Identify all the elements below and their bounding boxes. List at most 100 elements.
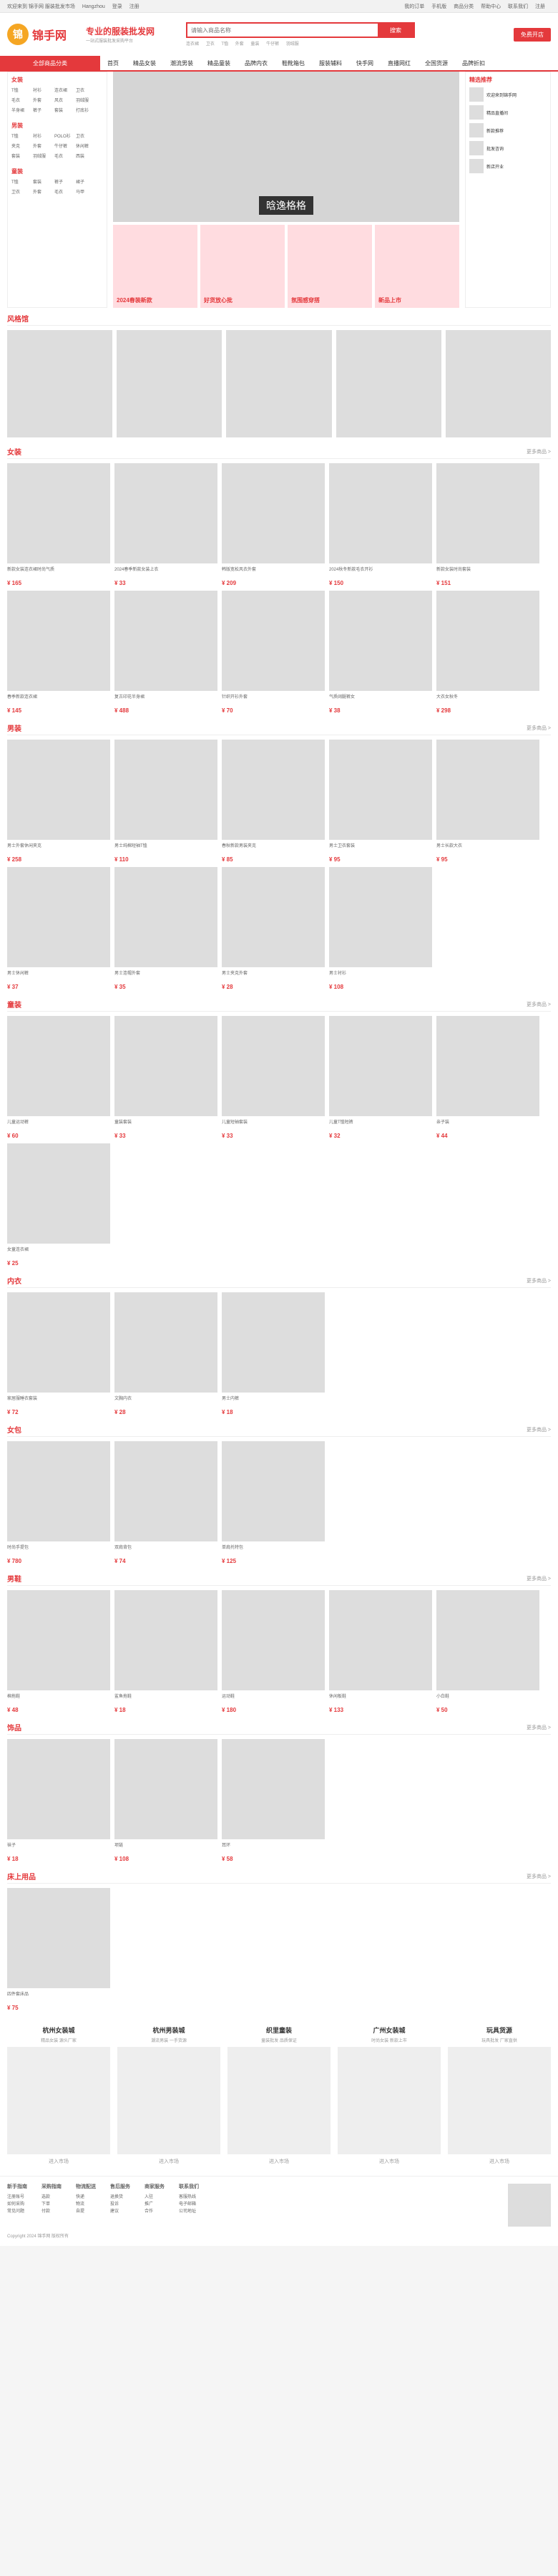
category-link[interactable]: 毛衣 — [54, 152, 76, 162]
banner-sub[interactable]: 2024春装新款 — [113, 225, 197, 308]
product-desc[interactable]: 男士外套休闲夹克 — [7, 842, 110, 856]
category-link[interactable]: 卫衣 — [11, 188, 33, 198]
product-desc[interactable]: 大衣女秋冬 — [436, 693, 539, 707]
product-desc[interactable]: 四件套床品 — [7, 1990, 110, 2005]
product-card[interactable]: 男士外套休闲夹克 ¥ 258 — [7, 740, 110, 863]
product-desc[interactable]: 单肩托特包 — [222, 1544, 325, 1558]
nav-item[interactable]: 精品童装 — [200, 59, 238, 67]
product-image[interactable] — [329, 1016, 432, 1116]
footer-link[interactable]: 付款 — [41, 2208, 62, 2215]
product-image[interactable] — [7, 1292, 110, 1393]
market-card[interactable]: 广州女装城 时尚女装 新款上市 进入市场 — [338, 2025, 441, 2165]
product-desc[interactable]: 家居服睡衣套装 — [7, 1395, 110, 1409]
category-link[interactable]: 卫衣 — [76, 86, 97, 96]
hot-keyword[interactable]: 童装 — [250, 42, 259, 47]
section-more-link[interactable]: 更多商品 > — [527, 1001, 551, 1008]
category-link[interactable]: POLO衫 — [54, 132, 76, 142]
market-image[interactable] — [7, 2047, 110, 2154]
product-desc[interactable]: 2024秋冬新款毛衣开衫 — [329, 566, 432, 580]
footer-link[interactable]: 建议 — [110, 2208, 130, 2215]
product-card[interactable]: 棉拖鞋 ¥ 48 — [7, 1590, 110, 1713]
open-store-button[interactable]: 免费开店 — [514, 27, 551, 42]
category-title[interactable]: 女装 — [11, 76, 103, 84]
category-link[interactable]: 连衣裙 — [54, 86, 76, 96]
product-image[interactable] — [7, 463, 110, 563]
product-image[interactable] — [436, 1016, 539, 1116]
footer-link[interactable]: 入驻 — [145, 2194, 165, 2201]
all-categories-button[interactable]: 全部商品分类 — [0, 56, 100, 70]
category-link[interactable]: 羽绒服 — [76, 96, 97, 106]
banner-sub[interactable]: 氛围感穿搭 — [288, 225, 372, 308]
market-card[interactable]: 织里童装 童装批发 品质保证 进入市场 — [227, 2025, 331, 2165]
fashion-image[interactable] — [117, 330, 222, 437]
category-link[interactable]: 休闲裤 — [76, 142, 97, 152]
nav-item[interactable]: 潮流男装 — [163, 59, 200, 67]
product-card[interactable]: 耳环 ¥ 58 — [222, 1739, 325, 1862]
product-image[interactable] — [436, 591, 539, 691]
category-link[interactable]: 风衣 — [54, 96, 76, 106]
product-image[interactable] — [222, 867, 325, 967]
product-desc[interactable]: 男士内裤 — [222, 1395, 325, 1409]
product-image[interactable] — [7, 591, 110, 691]
product-card[interactable]: 男士纯棉短袖T恤 ¥ 110 — [114, 740, 217, 863]
product-card[interactable]: 针织开衫外套 ¥ 70 — [222, 591, 325, 714]
product-card[interactable]: 家居服睡衣套装 ¥ 72 — [7, 1292, 110, 1415]
product-card[interactable]: 女童连衣裙 ¥ 25 — [7, 1143, 110, 1267]
market-image[interactable] — [227, 2047, 331, 2154]
product-image[interactable] — [7, 740, 110, 840]
product-image[interactable] — [114, 591, 217, 691]
nav-item[interactable]: 首页 — [100, 59, 126, 67]
product-image[interactable] — [7, 1590, 110, 1690]
product-image[interactable] — [114, 463, 217, 563]
product-image[interactable] — [7, 1739, 110, 1839]
product-desc[interactable]: 男士连帽外套 — [114, 969, 217, 984]
footer-link[interactable]: 如何采购 — [7, 2201, 27, 2208]
section-more-link[interactable]: 更多商品 > — [527, 725, 551, 732]
footer-link[interactable]: 选款 — [41, 2194, 62, 2201]
product-card[interactable]: 复古印花半身裙 ¥ 488 — [114, 591, 217, 714]
fashion-image[interactable] — [226, 330, 332, 437]
nav-item[interactable]: 品牌内衣 — [238, 59, 275, 67]
footer-link[interactable]: 快递 — [76, 2194, 96, 2201]
category-link[interactable]: 套装 — [33, 178, 54, 188]
product-image[interactable] — [114, 1441, 217, 1541]
product-image[interactable] — [329, 1590, 432, 1690]
footer-link[interactable]: 下单 — [41, 2201, 62, 2208]
product-desc[interactable]: 男士夹克外套 — [222, 969, 325, 984]
product-desc[interactable]: 运动鞋 — [222, 1693, 325, 1707]
category-link[interactable]: 外套 — [33, 96, 54, 106]
footer-link[interactable]: 注册账号 — [7, 2194, 27, 2201]
topbar-left-1[interactable]: Hangzhou — [82, 4, 105, 9]
footer-link[interactable]: 物流 — [76, 2201, 96, 2208]
footer-link[interactable]: 投诉 — [110, 2201, 130, 2208]
product-card[interactable]: 男士长款大衣 ¥ 95 — [436, 740, 539, 863]
product-card[interactable]: 韩版宽松风衣外套 ¥ 209 — [222, 463, 325, 586]
nav-item[interactable]: 品牌折扣 — [455, 59, 492, 67]
market-image[interactable] — [338, 2047, 441, 2154]
right-box-row[interactable]: 批发咨询 — [469, 141, 547, 155]
product-card[interactable]: 2024秋冬新款毛衣开衫 ¥ 150 — [329, 463, 432, 586]
product-card[interactable]: 运动鞋 ¥ 180 — [222, 1590, 325, 1713]
product-desc[interactable]: 复古印花半身裙 — [114, 693, 217, 707]
product-card[interactable]: 休闲板鞋 ¥ 133 — [329, 1590, 432, 1713]
product-image[interactable] — [114, 867, 217, 967]
product-desc[interactable]: 男士衬衫 — [329, 969, 432, 984]
category-link[interactable]: T恤 — [11, 132, 33, 142]
category-link[interactable]: T恤 — [11, 86, 33, 96]
right-box-row[interactable]: 新店开业 — [469, 159, 547, 173]
nav-item[interactable]: 快手网 — [349, 59, 381, 67]
product-image[interactable] — [329, 463, 432, 563]
product-desc[interactable]: 男士长款大衣 — [436, 842, 539, 856]
section-more-link[interactable]: 更多商品 > — [527, 1277, 551, 1284]
category-link[interactable]: 套装 — [11, 152, 33, 162]
product-desc[interactable]: 小白鞋 — [436, 1693, 539, 1707]
topbar-right-0[interactable]: 我的订单 — [404, 4, 424, 9]
topbar-left-3[interactable]: 注册 — [129, 4, 140, 9]
product-image[interactable] — [222, 463, 325, 563]
category-link[interactable]: 西装 — [76, 152, 97, 162]
product-desc[interactable]: 新款女装时尚套装 — [436, 566, 539, 580]
product-desc[interactable]: 男士纯棉短袖T恤 — [114, 842, 217, 856]
category-link[interactable]: 套装 — [54, 106, 76, 116]
product-image[interactable] — [329, 591, 432, 691]
fashion-image[interactable] — [445, 330, 552, 437]
